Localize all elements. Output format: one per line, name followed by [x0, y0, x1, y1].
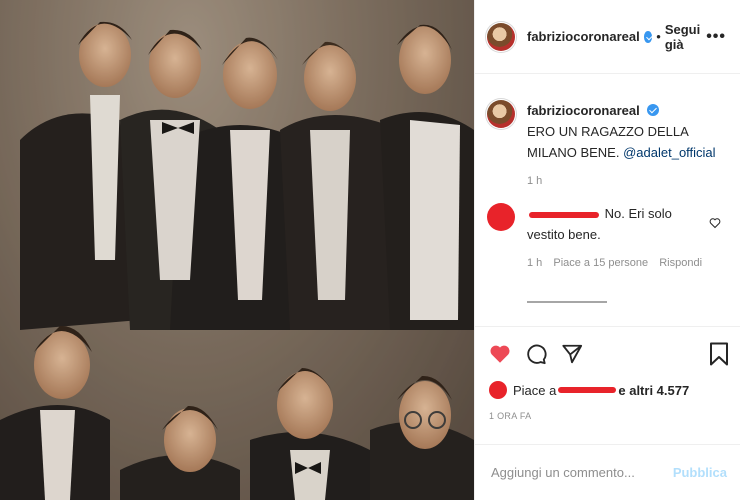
post-photo[interactable] — [0, 0, 474, 500]
caption-text: fabriziocoronareal ERO UN RAGAZZO DELLA … — [527, 100, 729, 163]
action-bar: Piace a e altri 4.577 1 ORA FA — [475, 326, 740, 421]
caption-time: 1 h — [527, 175, 543, 187]
more-options-icon[interactable]: ••• — [706, 28, 726, 46]
comment-like-heart-icon[interactable] — [709, 217, 721, 229]
avatar[interactable] — [487, 22, 515, 51]
avatar[interactable] — [487, 100, 515, 128]
verified-badge-icon — [647, 104, 660, 116]
group-photo-illustration — [0, 0, 474, 500]
comment-input[interactable] — [489, 464, 673, 481]
following-button[interactable]: Segui già — [665, 22, 706, 52]
add-comment-bar: Pubblica — [475, 444, 740, 500]
redacted-liker-name — [558, 387, 617, 393]
caption-username[interactable]: fabriziocoronareal — [527, 103, 640, 118]
comment-text: No. Eri solo vestito bene. — [527, 203, 699, 245]
verified-badge-icon — [643, 30, 653, 43]
likes-prefix: Piace a — [513, 382, 557, 398]
share-icon[interactable] — [561, 343, 583, 365]
comment-icon[interactable] — [525, 343, 547, 365]
comment-item: No. Eri solo vestito bene. — [475, 203, 740, 245]
action-icons — [475, 327, 740, 367]
likes-count[interactable]: e altri 4.577 — [618, 383, 689, 398]
redacted-username — [529, 211, 599, 218]
partial-comment — [527, 293, 607, 303]
likes-summary[interactable]: Piace a e altri 4.577 — [475, 381, 740, 399]
comment-time: 1 h — [527, 257, 543, 269]
comments-section[interactable]: fabriziocoronareal ERO UN RAGAZZO DELLA … — [475, 74, 740, 326]
like-heart-icon[interactable] — [489, 343, 511, 365]
bookmark-icon[interactable] — [709, 342, 729, 366]
publish-button[interactable]: Pubblica — [673, 465, 727, 480]
username-link[interactable]: fabriziocoronareal — [527, 29, 640, 44]
mention-link[interactable]: @adalet_official — [623, 145, 715, 160]
instagram-post: fabriziocoronareal • Segui già ••• fabri… — [0, 0, 740, 500]
post-header: fabriziocoronareal • Segui già ••• — [475, 0, 740, 74]
comment-meta: 1 h Piace a 15 persone Rispondi — [527, 257, 740, 269]
separator: • — [656, 29, 661, 44]
caption: fabriziocoronareal ERO UN RAGAZZO DELLA … — [475, 100, 740, 163]
comment-likes[interactable]: Piace a 15 persone — [553, 257, 648, 269]
post-timestamp: 1 ORA FA — [489, 411, 532, 421]
redacted-avatar — [487, 203, 515, 231]
post-sidebar: fabriziocoronareal • Segui già ••• fabri… — [474, 0, 740, 500]
reply-button[interactable]: Rispondi — [659, 257, 702, 269]
redacted-liker-avatar — [489, 381, 507, 399]
